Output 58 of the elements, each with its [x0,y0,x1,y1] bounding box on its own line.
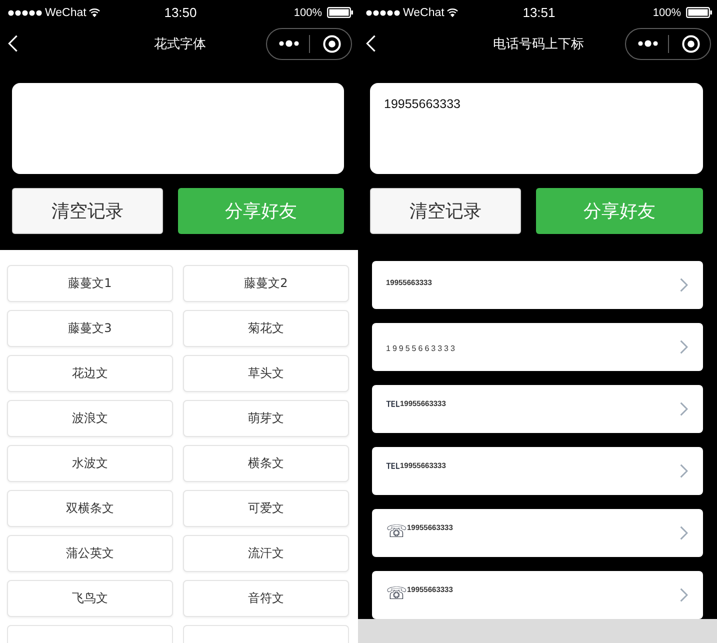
battery-percent: 100% [294,6,322,18]
capsule-menu[interactable] [625,28,711,60]
status-time: 13:50 [164,5,197,20]
result-card[interactable]: ℡$^{19955663333}$ [372,385,703,433]
font-style-button[interactable]: 可爱文 [183,490,349,527]
font-style-button[interactable]: 流汗文 [183,535,349,572]
font-style-button[interactable]: 音符文 [183,580,349,617]
font-style-button[interactable]: 藤蔓文3 [7,310,173,347]
clear-history-button[interactable]: 清空记录 [12,188,163,234]
signal-icon [366,10,400,16]
phone-number-text: ☏$^{19955663333}$ [386,584,453,604]
text-input[interactable]: 19955663333 [370,83,703,174]
phone-number-text: ℡$^{19955663333}$ [386,460,446,480]
back-icon[interactable] [8,35,18,52]
more-icon[interactable] [279,40,299,47]
status-time: 13:51 [522,5,556,20]
chevron-right-icon [680,526,688,540]
font-style-button[interactable]: 菊花文 [183,310,349,347]
signal-icon [8,10,42,16]
font-style-button[interactable]: 藤蔓文1 [7,265,173,302]
font-style-button[interactable]: 飞鸟文 [7,580,173,617]
circle-dot-icon[interactable] [682,34,700,52]
circle-dot-icon[interactable] [323,34,341,52]
chevron-right-icon [680,340,688,354]
phone-number-text: 19955663333 [386,344,457,353]
text-input[interactable] [12,83,344,174]
chevron-right-icon [680,588,688,602]
page-title: 花式字体 [154,36,206,52]
carrier-name: WeChat [403,6,444,18]
chevron-right-icon [680,464,688,478]
capsule-menu[interactable] [266,28,352,60]
result-card[interactable]: ℡$^{19955663333}$ [372,447,703,495]
wifi-icon [89,8,100,17]
font-style-button[interactable]: 萌芽文 [183,400,349,437]
font-style-button[interactable]: 横条文 [183,445,349,482]
font-style-button[interactable]: 蒲公英文 [7,535,173,572]
font-style-button[interactable]: 波浪文 [7,400,173,437]
font-style-button[interactable]: 藤蔓文2 [183,265,349,302]
phone-number-text: ☏$^{19955663333}$ [386,522,453,542]
clear-history-button[interactable]: 清空记录 [370,188,521,234]
font-style-button[interactable]: 双横条文 [7,490,173,527]
more-icon[interactable] [638,40,658,47]
result-card[interactable]: ☏$^{19955663333}$ [372,509,703,557]
battery-icon [327,7,353,18]
font-style-button[interactable]: 草头文 [183,355,349,392]
carrier-name: WeChat [45,6,86,18]
page-title: 电话号码上下标 [493,36,584,52]
font-style-button[interactable]: 花边文 [7,355,173,392]
chevron-right-icon [680,278,688,292]
result-card[interactable]: 19955663333 [372,323,703,371]
phone-number-text: ℡$^{19955663333}$ [386,398,446,418]
battery-percent: 100% [652,6,681,18]
back-icon[interactable] [366,35,376,52]
wifi-icon [447,8,458,17]
font-style-button[interactable]: 水波文 [7,445,173,482]
battery-icon [686,7,712,18]
chevron-right-icon [680,402,688,416]
result-card[interactable]: ☏$^{19955663333}$ [372,571,703,619]
